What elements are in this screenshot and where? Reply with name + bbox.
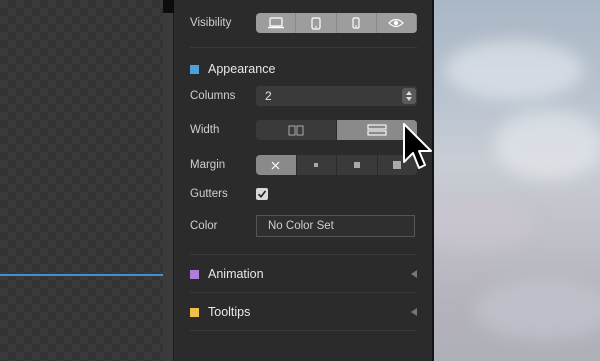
canvas-top-bar	[163, 0, 174, 13]
visibility-row: Visibility	[190, 13, 417, 33]
margin-none-button[interactable]	[256, 155, 297, 175]
width-two-column-button[interactable]	[256, 120, 337, 140]
animation-section-header[interactable]: Animation	[190, 267, 417, 281]
tooltips-title: Tooltips	[208, 305, 251, 319]
columns-label: Columns	[190, 90, 236, 102]
background-sky-image	[434, 0, 600, 361]
tablet-icon	[311, 16, 321, 30]
inspector-panel: Visibility Appearance Columns 2 Width Ma…	[174, 0, 432, 361]
margin-small-button[interactable]	[297, 155, 337, 175]
columns-value: 2	[265, 89, 272, 103]
disclosure-triangle-icon[interactable]	[411, 308, 417, 316]
section-divider	[190, 47, 417, 48]
canvas-preview[interactable]	[0, 0, 163, 361]
desktop-icon	[267, 17, 284, 29]
two-column-icon	[288, 125, 304, 135]
tooltips-section-header[interactable]: Tooltips	[190, 305, 417, 319]
eye-icon	[388, 18, 405, 28]
medium-square-icon	[353, 162, 360, 168]
margin-label: Margin	[190, 159, 226, 171]
vertical-scrollbar[interactable]	[163, 13, 174, 361]
color-picker-field[interactable]: No Color Set	[256, 215, 415, 237]
disclosure-triangle-icon[interactable]	[411, 270, 417, 278]
chevron-up-icon	[406, 91, 412, 95]
animation-title: Animation	[208, 267, 264, 281]
close-icon	[271, 161, 280, 169]
section-divider	[190, 292, 417, 293]
chevron-down-icon	[406, 97, 412, 101]
width-segmented-control	[256, 120, 417, 140]
visibility-desktop-button[interactable]	[256, 13, 297, 33]
margin-row: Margin	[190, 155, 417, 175]
visibility-label: Visibility	[190, 17, 232, 29]
visibility-tablet-button[interactable]	[296, 13, 337, 33]
appearance-section-header[interactable]: Appearance	[190, 62, 417, 76]
large-square-icon	[393, 161, 402, 169]
gutters-checkbox[interactable]	[256, 188, 268, 200]
checkmark-icon	[257, 190, 267, 199]
margin-segmented-control	[256, 155, 417, 175]
margin-medium-button[interactable]	[337, 155, 378, 175]
width-label: Width	[190, 124, 220, 136]
tooltips-color-swatch	[190, 307, 199, 317]
visibility-segmented-control	[256, 13, 417, 33]
visibility-phone-button[interactable]	[337, 13, 377, 33]
color-label: Color	[190, 220, 218, 232]
appearance-title: Appearance	[208, 62, 276, 76]
columns-row: Columns 2	[190, 86, 417, 106]
stacked-rows-icon	[367, 124, 387, 136]
width-row: Width	[190, 120, 417, 140]
stepper-arrows[interactable]	[402, 88, 416, 104]
section-divider	[190, 254, 417, 255]
color-row: Color No Color Set	[190, 215, 417, 237]
visibility-preview-button[interactable]	[377, 13, 417, 33]
selection-guide-line	[0, 274, 163, 276]
appearance-color-swatch	[190, 64, 199, 74]
gutters-label: Gutters	[190, 188, 228, 200]
gutters-row: Gutters	[190, 188, 417, 200]
phone-icon	[352, 17, 360, 29]
animation-color-swatch	[190, 269, 199, 279]
small-square-icon	[314, 163, 319, 167]
section-divider	[190, 330, 417, 331]
mouse-pointer-icon	[403, 123, 432, 169]
columns-stepper[interactable]: 2	[256, 86, 417, 106]
